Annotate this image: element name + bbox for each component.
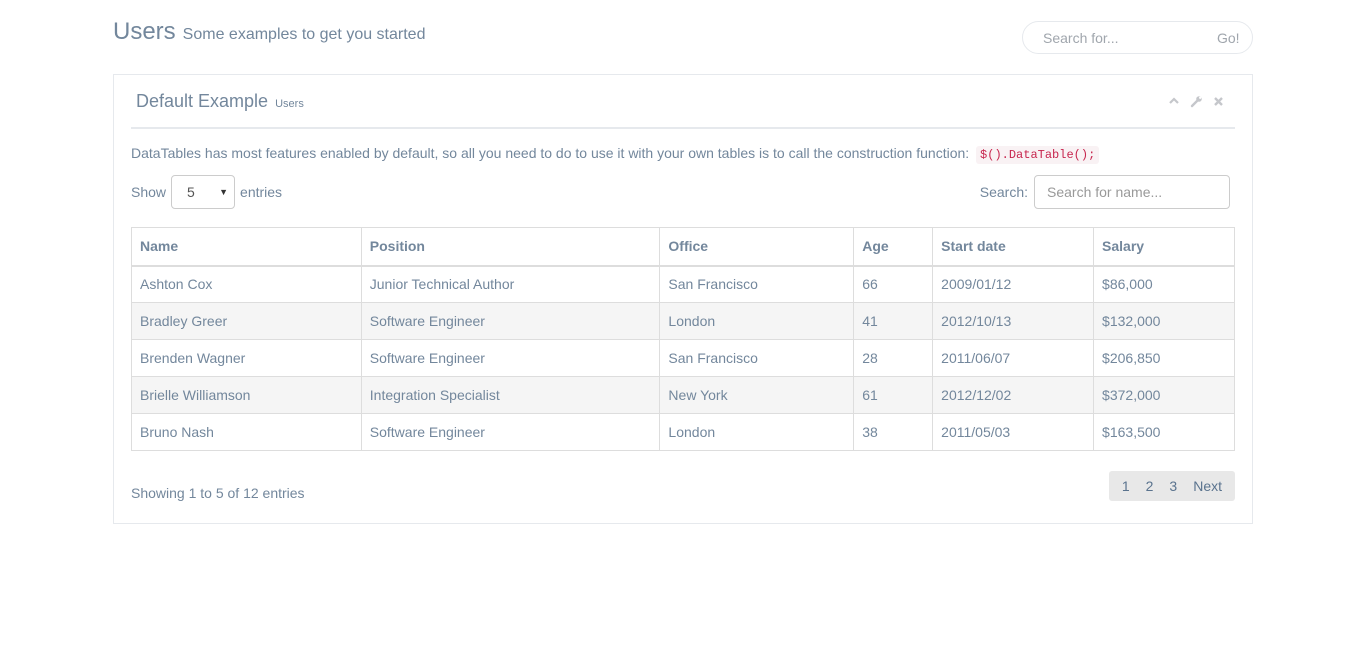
chevron-down-icon: ▼ (219, 187, 229, 197)
cell-office: San Francisco (659, 265, 855, 303)
cell-position: Software Engineer (360, 339, 661, 377)
cell-start-date: 2011/05/03 (932, 413, 1095, 451)
column-header-age[interactable]: Age (853, 227, 934, 267)
entries-select-value: 5 (187, 184, 195, 200)
close-icon[interactable] (1211, 94, 1225, 108)
table-row: Bruno Nash Software Engineer London 38 2… (131, 413, 1235, 451)
panel-title: Default Example Users (136, 91, 304, 112)
cell-age: 61 (853, 376, 934, 414)
table-info: Showing 1 to 5 of 12 entries (131, 485, 305, 501)
panel-title-text: Default Example (136, 91, 269, 111)
panel-header: Default Example Users (131, 75, 1235, 129)
entries-label: entries (240, 184, 283, 200)
intro-description: DataTables has most features enabled by … (131, 145, 970, 161)
column-header-start-date[interactable]: Start date (932, 227, 1095, 267)
cell-office: London (659, 302, 855, 340)
cell-salary: $86,000 (1093, 265, 1235, 303)
cell-position: Junior Technical Author (360, 265, 661, 303)
top-search-go-button[interactable]: Go! (1217, 30, 1240, 46)
cell-office: San Francisco (659, 339, 855, 377)
table-search-control: Search: (980, 175, 1230, 209)
column-header-name[interactable]: Name (131, 227, 362, 267)
table-search-label: Search: (979, 184, 1028, 200)
cell-start-date: 2009/01/12 (932, 265, 1095, 303)
cell-age: 38 (853, 413, 934, 451)
cell-office: New York (659, 376, 855, 414)
cell-position: Software Engineer (360, 302, 661, 340)
next-page-button[interactable]: Next (1185, 478, 1230, 494)
default-example-panel: Default Example Users DataTables has mos… (113, 74, 1253, 524)
page-button-2[interactable]: 2 (1138, 478, 1162, 494)
cell-name: Brenden Wagner (131, 339, 362, 377)
cell-age: 41 (853, 302, 934, 340)
column-header-office[interactable]: Office (659, 227, 855, 267)
chevron-up-icon[interactable] (1167, 94, 1181, 108)
column-header-position[interactable]: Position (360, 227, 661, 267)
table-row: Bradley Greer Software Engineer London 4… (131, 302, 1235, 340)
cell-name: Bruno Nash (131, 413, 362, 451)
table-row: Brenden Wagner Software Engineer San Fra… (131, 339, 1235, 377)
cell-position: Integration Specialist (360, 376, 661, 414)
page-title-group: Users Some examples to get you started (113, 18, 425, 46)
show-label: Show (131, 184, 167, 200)
cell-salary: $372,000 (1093, 376, 1235, 414)
intro-text: DataTables has most features enabled by … (131, 145, 1100, 164)
users-table: Name Position Office Age Start date Sala… (131, 227, 1235, 451)
cell-salary: $163,500 (1093, 413, 1235, 451)
page-title: Users (113, 18, 176, 45)
entries-length-control: Show 5 ▼ entries (131, 175, 282, 209)
top-search-input[interactable] (1023, 28, 1203, 47)
page-button-1[interactable]: 1 (1114, 478, 1138, 494)
cell-name: Brielle Williamson (131, 376, 362, 414)
column-header-salary[interactable]: Salary (1093, 227, 1235, 267)
cell-start-date: 2012/12/02 (932, 376, 1095, 414)
cell-name: Ashton Cox (131, 265, 362, 303)
panel-tools (1167, 94, 1225, 108)
cell-salary: $206,850 (1093, 339, 1235, 377)
pagination: 1 2 3 Next (1108, 471, 1235, 501)
table-search-input[interactable] (1034, 175, 1230, 209)
top-search-bar: Go! (1022, 21, 1253, 54)
page-subtitle: Some examples to get you started (182, 26, 426, 43)
cell-name: Bradley Greer (131, 302, 362, 340)
cell-position: Software Engineer (360, 413, 661, 451)
cell-age: 66 (853, 265, 934, 303)
intro-code: $().DataTable(); (976, 146, 1100, 164)
wrench-icon[interactable] (1189, 94, 1203, 108)
cell-salary: $132,000 (1093, 302, 1235, 340)
cell-start-date: 2012/10/13 (932, 302, 1095, 340)
table-header-row: Name Position Office Age Start date Sala… (131, 227, 1235, 267)
table-row: Brielle Williamson Integration Specialis… (131, 376, 1235, 414)
table-row: Ashton Cox Junior Technical Author San F… (131, 265, 1235, 303)
entries-select[interactable]: 5 ▼ (171, 175, 236, 209)
panel-title-small: Users (275, 98, 304, 110)
cell-office: London (659, 413, 855, 451)
cell-start-date: 2011/06/07 (932, 339, 1095, 377)
cell-age: 28 (853, 339, 934, 377)
page-button-3[interactable]: 3 (1161, 478, 1185, 494)
